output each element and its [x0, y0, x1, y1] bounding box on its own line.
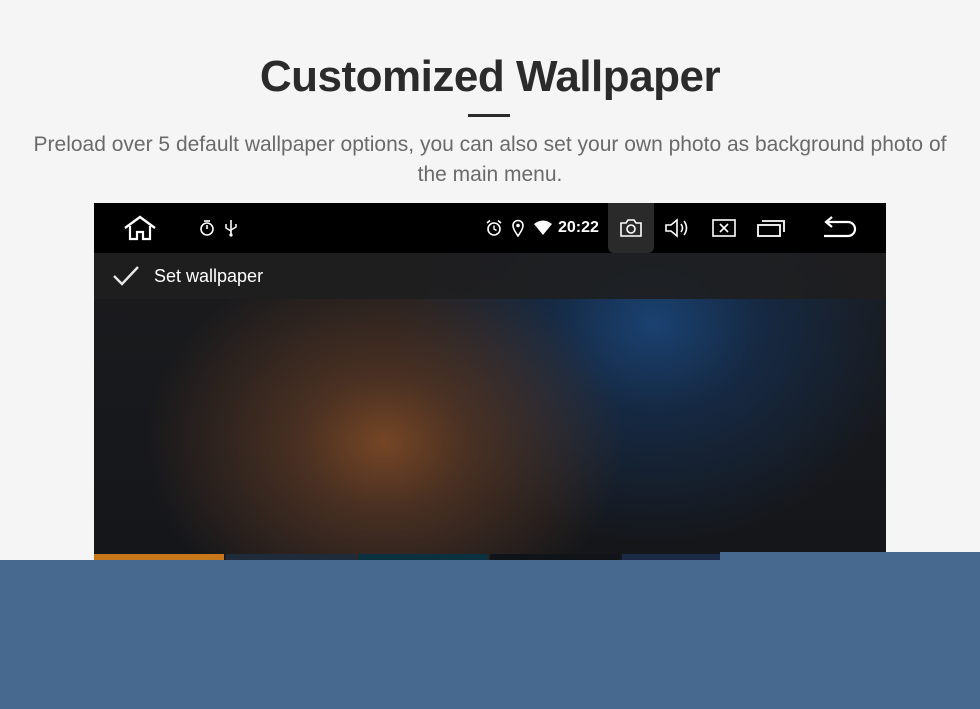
page: Customized Wallpaper Preload over 5 defa… [0, 0, 980, 709]
volume-icon[interactable] [662, 203, 694, 253]
title-underline [468, 114, 510, 117]
page-subtitle: Preload over 5 default wallpaper options… [33, 133, 947, 186]
recent-apps-icon[interactable] [754, 203, 788, 253]
back-icon[interactable] [818, 203, 860, 253]
usb-icon [222, 203, 240, 253]
bottom-overlay-panel [0, 560, 980, 709]
device-screen: 20:22 Set wallpaper [94, 203, 886, 563]
timer-icon [198, 203, 216, 253]
wifi-icon [532, 203, 554, 253]
camera-icon [608, 203, 654, 253]
status-bar: 20:22 [94, 203, 886, 253]
set-wallpaper-label: Set wallpaper [154, 266, 264, 286]
screenshot-button[interactable] [608, 203, 654, 253]
set-wallpaper-bar[interactable]: Set wallpaper [94, 253, 886, 299]
checkmark-icon[interactable] [110, 253, 142, 299]
home-icon[interactable] [120, 203, 160, 253]
alarm-icon [484, 203, 504, 253]
clock: 20:22 [558, 219, 599, 236]
location-icon [508, 203, 528, 253]
page-title: Customized Wallpaper [259, 52, 721, 101]
close-window-icon[interactable] [708, 203, 740, 253]
